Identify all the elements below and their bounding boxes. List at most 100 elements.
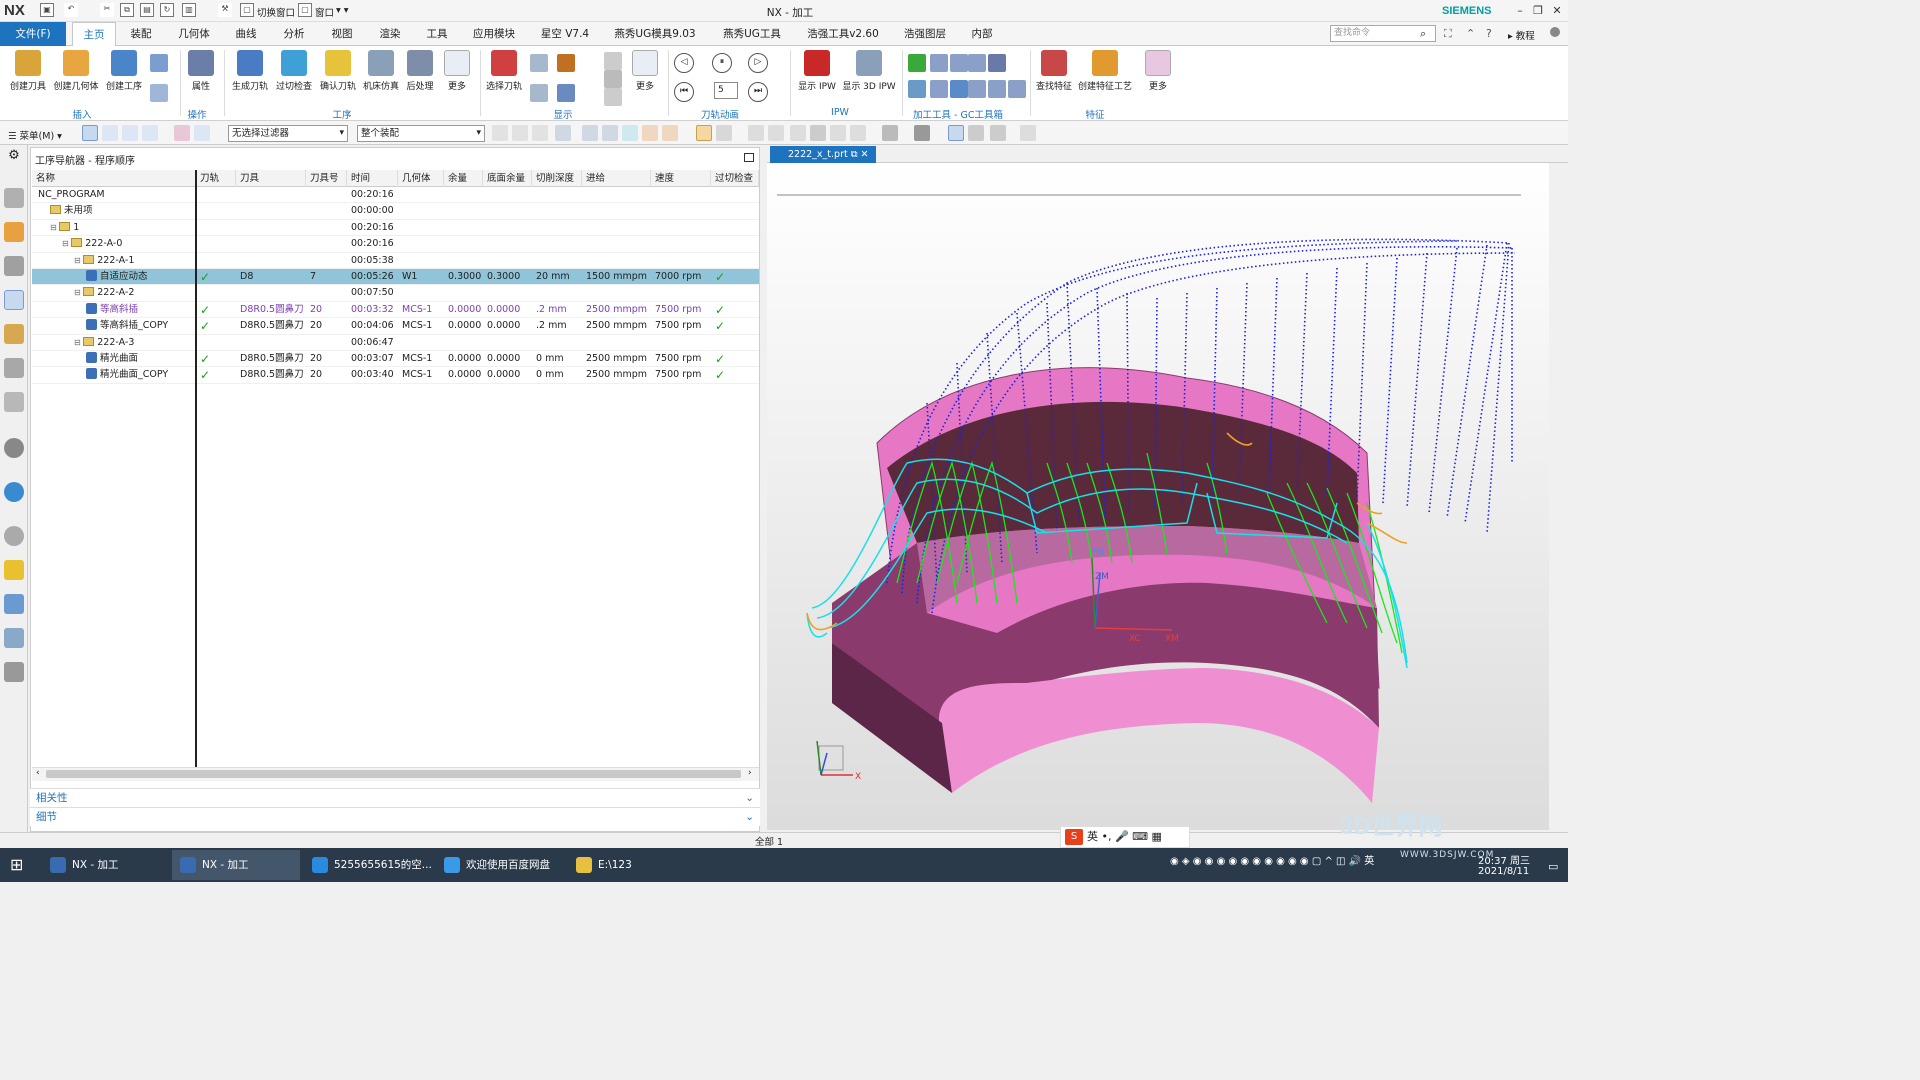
create-method-icon[interactable] <box>150 84 168 102</box>
move-down-icon[interactable] <box>604 88 622 106</box>
view-icon[interactable] <box>768 125 784 141</box>
paste-icon[interactable]: ▤ <box>140 3 154 17</box>
view-icon[interactable] <box>748 125 764 141</box>
visibility-icon[interactable] <box>948 125 964 141</box>
collapse-toggle-icon[interactable]: ⊟ <box>50 223 59 232</box>
row-name[interactable]: ⊟ 222-A-3 <box>70 335 194 351</box>
minimize-button[interactable]: – <box>1512 3 1528 19</box>
machine-sim-button[interactable]: 机床仿真 <box>360 50 402 95</box>
row-name[interactable]: 等高斜插 <box>82 302 194 318</box>
anim-speed-field[interactable]: 5 <box>714 82 738 99</box>
column-header[interactable]: 底面余量 <box>483 170 532 187</box>
render-style-icon[interactable] <box>914 125 930 141</box>
scrollbar-thumb[interactable] <box>46 770 741 778</box>
tab-curve[interactable]: 曲线 <box>226 22 266 46</box>
row-name[interactable]: 精光曲面_COPY <box>82 367 194 383</box>
scope-filter-select[interactable]: 整个装配 <box>357 125 485 142</box>
tab-haoqiang-tools[interactable]: 浩强工具v2.60 <box>798 22 888 46</box>
column-header[interactable]: 时间 <box>347 170 398 187</box>
taskbar-item[interactable]: 5255655615的空... <box>304 850 432 880</box>
create-program-icon[interactable] <box>150 54 168 72</box>
gc-tool-icon[interactable] <box>968 54 986 72</box>
row-name[interactable]: 精光曲面 <box>82 351 194 367</box>
column-header[interactable]: 刀具号 <box>306 170 347 187</box>
save-icon[interactable]: ▣ <box>40 3 54 17</box>
column-header[interactable]: 刀轨 <box>196 170 236 187</box>
tab-home[interactable]: 主页 <box>72 22 116 46</box>
part-navigator-icon[interactable] <box>4 256 24 276</box>
search-icon[interactable]: ⌕ <box>1420 27 1426 41</box>
tutorial-button[interactable]: ▸ 教程 <box>1508 28 1535 42</box>
render-style-icon[interactable] <box>882 125 898 141</box>
verify-path-button[interactable]: 确认刀轨 <box>318 50 358 95</box>
anim-play-icon[interactable]: ▷ <box>748 53 768 73</box>
taskbar-item[interactable]: NX - 加工 <box>172 850 300 880</box>
process-studio-icon[interactable] <box>4 594 24 614</box>
type-filter-select[interactable]: 无选择过滤器 <box>228 125 348 142</box>
repeat-icon[interactable]: ↻ <box>160 3 174 17</box>
column-header[interactable]: 刀具 <box>236 170 306 187</box>
windows-start-icon[interactable]: ⊞ <box>10 855 23 874</box>
gc-tool-icon[interactable] <box>930 80 948 98</box>
column-header[interactable]: 切削深度 <box>532 170 582 187</box>
snap-icon[interactable] <box>716 125 732 141</box>
find-feature-button[interactable]: 查找特征 <box>1034 50 1074 95</box>
tab-render[interactable]: 渲染 <box>370 22 410 46</box>
snap-icon[interactable] <box>696 125 712 141</box>
snap-icon[interactable] <box>492 125 508 141</box>
reuse-library-icon[interactable] <box>4 324 24 344</box>
view-icon[interactable] <box>850 125 866 141</box>
part-file-tab[interactable]: 2222_x_t.prt ⧉ ✕ <box>770 146 876 163</box>
maximize-icon[interactable] <box>744 153 754 162</box>
taskbar-item[interactable]: NX - 加工 <box>42 850 170 880</box>
snap-icon[interactable] <box>532 125 548 141</box>
method-view-icon[interactable] <box>142 125 158 141</box>
gc-tool-icon[interactable] <box>950 54 968 72</box>
display-tool-icon[interactable] <box>557 54 575 72</box>
tab-view[interactable]: 视图 <box>322 22 362 46</box>
collapse-toggle-icon[interactable]: ⊟ <box>74 256 83 265</box>
visibility-icon[interactable] <box>1020 125 1036 141</box>
postprocess-button[interactable]: 后处理 <box>404 50 436 95</box>
feature-more-button[interactable]: 更多 <box>1144 50 1172 95</box>
help-icon[interactable]: ? <box>1486 27 1492 40</box>
create-tool-button[interactable]: 创建刀具 <box>6 50 50 95</box>
snap-icon[interactable] <box>582 125 598 141</box>
tab-yanxiu-mold[interactable]: 燕秀UG模具9.03 <box>604 22 706 46</box>
tab-haoqiang-layer[interactable]: 浩强图层 <box>896 22 954 46</box>
switch-window-button[interactable]: 切换窗口 <box>257 5 295 19</box>
undo-icon[interactable]: ↶ <box>64 3 78 17</box>
anim-start-icon[interactable]: ⏮ <box>674 82 694 102</box>
row-name[interactable]: ⊟ 222-A-0 <box>58 236 194 252</box>
view-icon[interactable] <box>810 125 826 141</box>
visibility-icon[interactable] <box>990 125 1006 141</box>
scroll-right-icon[interactable]: › <box>748 768 752 778</box>
collapse-toggle-icon[interactable]: ⊟ <box>74 338 83 347</box>
gc-tool-icon[interactable] <box>968 80 986 98</box>
snap-icon[interactable] <box>512 125 528 141</box>
graphics-scrollbar[interactable] <box>1549 163 1568 830</box>
scroll-left-icon[interactable]: ‹ <box>36 768 40 778</box>
copy-icon[interactable]: ⧉ <box>120 3 134 17</box>
display-toggle-icon[interactable] <box>530 54 548 72</box>
row-name[interactable]: ⊟ 222-A-2 <box>70 285 194 301</box>
show-3d-ipw-button[interactable]: 显示 3D IPW <box>840 50 898 95</box>
show-ipw-button[interactable]: 显示 IPW <box>796 50 838 95</box>
dependencies-section[interactable]: 相关性 ⌄ <box>30 788 760 807</box>
view-icon[interactable] <box>790 125 806 141</box>
system-tray[interactable]: ◉ ◈ ◉ ◉ ◉ ◉ ◉ ◉ ◉ ◉ ◉ ◉ ▢ ^ ◫ 🔊 英 <box>1170 852 1374 867</box>
gc-tool-icon[interactable] <box>988 80 1006 98</box>
row-name[interactable]: ⊟ 1 <box>46 220 194 236</box>
collapse-toggle-icon[interactable]: ⊟ <box>74 288 83 297</box>
assembly-navigator-icon[interactable] <box>4 188 24 208</box>
tab-applications[interactable]: 应用模块 <box>466 22 522 46</box>
tab-geometry[interactable]: 几何体 <box>170 22 218 46</box>
display-more-button[interactable]: 更多 <box>630 50 660 95</box>
tab-analysis[interactable]: 分析 <box>274 22 314 46</box>
ime-toolbar[interactable]: S英 •, 🎤 ⌨ ▦ <box>1060 826 1190 848</box>
column-header[interactable]: 几何体 <box>398 170 444 187</box>
notification-icon[interactable]: ▭ <box>1548 860 1558 873</box>
palette-icon[interactable] <box>4 560 24 580</box>
collapse-ribbon-icon[interactable]: ⌃ <box>1466 27 1475 40</box>
save-as-icon[interactable]: ▥ <box>182 3 196 17</box>
